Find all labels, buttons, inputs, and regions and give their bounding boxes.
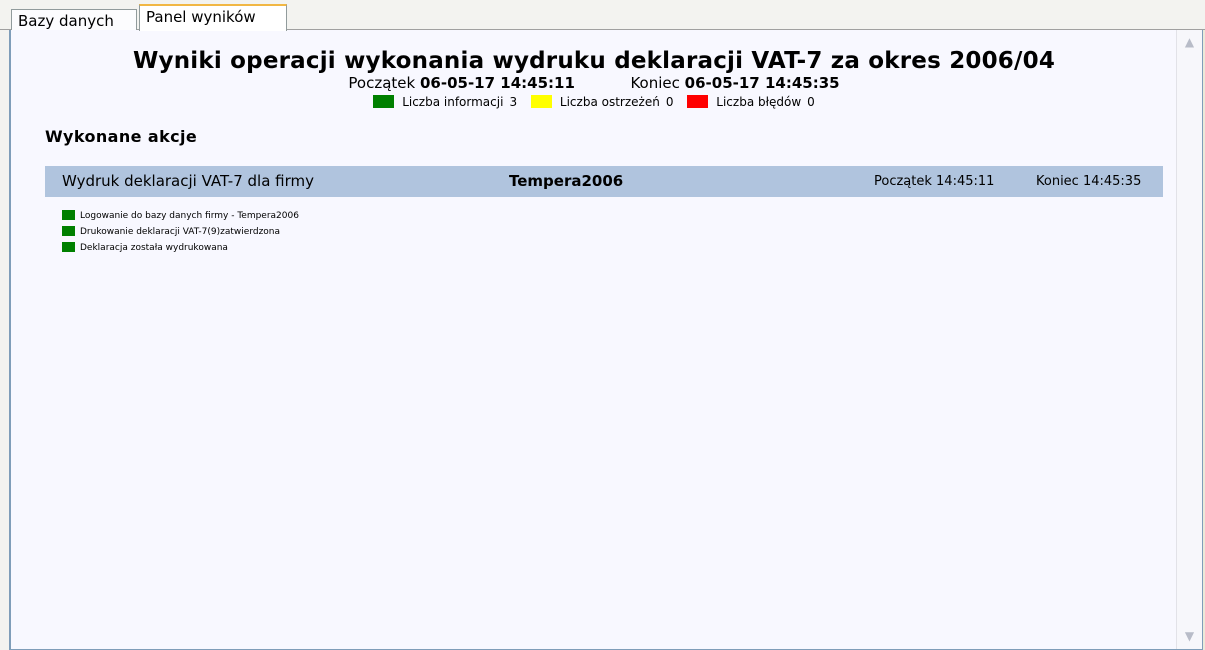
legend-warnings-count: 0 bbox=[665, 95, 674, 109]
info-square-icon bbox=[62, 210, 75, 220]
legend-errors: Liczba błędów 0 bbox=[687, 95, 815, 109]
legend-warnings-label: Liczba ostrzeżeń bbox=[559, 95, 660, 109]
start-value: 06-05-17 14:45:11 bbox=[419, 74, 575, 92]
message-text: Drukowanie deklaracji VAT-7(9)zatwierdzo… bbox=[80, 227, 281, 237]
list-item: Deklaracja została wydrukowana bbox=[62, 242, 299, 258]
end-value: 06-05-17 14:45:35 bbox=[684, 74, 840, 92]
message-list: Logowanie do bazy danych firmy - Tempera… bbox=[62, 210, 299, 258]
operation-times: Początek 06-05-17 14:45:11 Koniec 06-05-… bbox=[11, 74, 1177, 92]
legend-info-count: 3 bbox=[509, 95, 518, 109]
page-title: Wyniki operacji wykonania wydruku deklar… bbox=[132, 48, 1056, 74]
action-name: Wydruk deklaracji VAT-7 dla firmy bbox=[62, 172, 314, 190]
end-label: Koniec bbox=[630, 74, 680, 92]
legend-warnings: Liczba ostrzeżeń 0 bbox=[530, 95, 674, 109]
start-label: Początek bbox=[348, 74, 416, 92]
message-text: Logowanie do bazy danych firmy - Tempera… bbox=[80, 211, 299, 221]
scroll-down-icon[interactable]: ▼ bbox=[1181, 628, 1198, 645]
info-square-icon bbox=[373, 95, 395, 108]
legend-info: Liczba informacji 3 bbox=[373, 95, 517, 109]
section-title: Wykonane akcje bbox=[45, 127, 198, 146]
tab-strip: Bazy danych Panel wyników bbox=[0, 0, 1205, 31]
action-row[interactable]: Wydruk deklaracji VAT-7 dla firmy Temper… bbox=[45, 166, 1163, 197]
list-item: Logowanie do bazy danych firmy - Tempera… bbox=[62, 210, 299, 226]
warning-square-icon bbox=[530, 95, 552, 108]
summary-legend: Liczba informacji 3 Liczba ostrzeżeń 0 Lic… bbox=[11, 95, 1177, 109]
vertical-scrollbar[interactable]: ▲ ▼ bbox=[1176, 30, 1202, 649]
results-panel: Wyniki operacji wykonania wydruku deklar… bbox=[10, 30, 1203, 650]
error-square-icon bbox=[687, 95, 709, 108]
list-item: Drukowanie deklaracji VAT-7(9)zatwierdzo… bbox=[62, 226, 299, 242]
tab-bazy-danych[interactable]: Bazy danych bbox=[11, 9, 137, 30]
action-firm: Tempera2006 bbox=[509, 172, 624, 190]
tab-panel-wynikow[interactable]: Panel wyników bbox=[139, 4, 287, 31]
legend-errors-count: 0 bbox=[807, 95, 815, 109]
scroll-up-icon[interactable]: ▲ bbox=[1181, 34, 1198, 51]
info-square-icon bbox=[62, 226, 75, 236]
legend-errors-label: Liczba błędów bbox=[716, 95, 802, 109]
left-edge bbox=[0, 30, 10, 650]
legend-info-label: Liczba informacji bbox=[402, 95, 504, 109]
info-square-icon bbox=[62, 242, 75, 252]
message-text: Deklaracja została wydrukowana bbox=[80, 243, 228, 253]
action-start: Początek 14:45:11 bbox=[874, 174, 995, 189]
action-end: Koniec 14:45:35 bbox=[1036, 174, 1142, 189]
